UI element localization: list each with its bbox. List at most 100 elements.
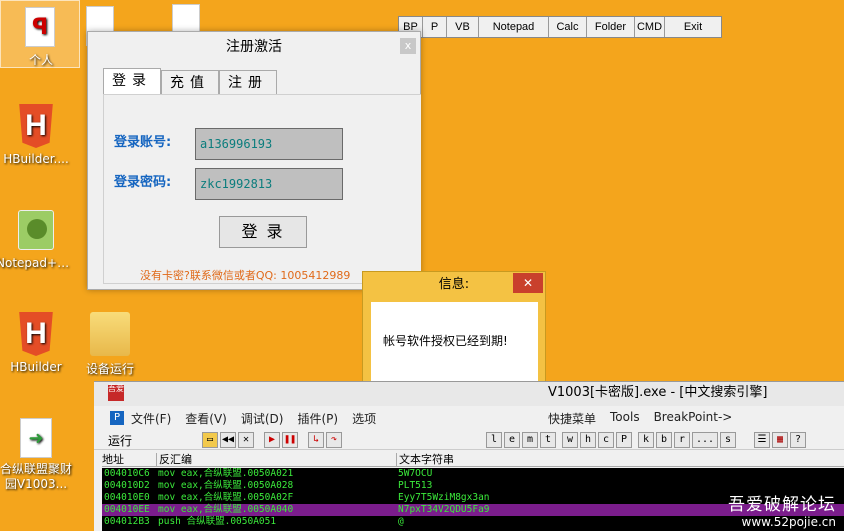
toolbar-t-button[interactable]: t <box>540 432 556 448</box>
quick-toolbar: BP P VB Notepad Calc Folder CMD Exit <box>398 16 722 38</box>
close-icon[interactable]: x <box>400 38 416 54</box>
menu-debug[interactable]: 调试(D) <box>241 410 284 427</box>
window-title: 注册激活 <box>226 39 282 55</box>
desktop-icon-hbuilder-1[interactable]: H HBuilder.... <box>0 104 76 166</box>
menu-bar-right: 快捷菜单 Tools BreakPoint-> <box>548 410 732 427</box>
rewind-icon[interactable]: ◀◀ <box>220 432 236 448</box>
row-address: 004010EE <box>104 504 150 515</box>
menu-breakpoint[interactable]: BreakPoint-> <box>654 410 733 427</box>
desktop-icon-notepadpp[interactable]: Notepad++ 设 <box>0 210 76 271</box>
row-text: PLT513 <box>398 480 433 491</box>
tab-recharge[interactable]: 充值 <box>161 70 219 94</box>
toolbar-c-button[interactable]: c <box>598 432 614 448</box>
toolbar-cmd-button[interactable]: CMD <box>635 17 665 37</box>
row-address: 004010C6 <box>104 468 150 479</box>
step-over-icon[interactable]: ↷ <box>326 432 342 448</box>
row-address: 004010D2 <box>104 480 150 491</box>
toolbar-h-button[interactable]: h <box>580 432 596 448</box>
login-button[interactable]: 登 录 <box>219 216 307 248</box>
pause-icon[interactable]: ❚❚ <box>282 432 298 448</box>
debugger-title: V1003[卡密版].exe - [中文搜索引擎] <box>548 385 768 400</box>
toolbar-dots-button[interactable]: ... <box>692 432 718 448</box>
app-logo-icon: 吾爱 <box>108 385 124 401</box>
desktop-icon-label: HBuilder <box>10 360 62 374</box>
watermark: 吾爱破解论坛 www.52pojie.cn <box>728 490 836 529</box>
hbuilder-icon: H <box>19 312 53 356</box>
close-icon[interactable]: ✕ <box>238 432 254 448</box>
row-disasm: mov eax,合纵联盟.0050A02F <box>158 492 294 503</box>
col-address[interactable]: 地址 <box>102 453 156 467</box>
desktop-icon-hbuilder-2[interactable]: H HBuilder <box>0 312 76 374</box>
row-text: @ <box>398 516 404 527</box>
desktop-icon-folder[interactable]: 设备运行 <box>70 312 150 377</box>
toolbar-w-button[interactable]: w <box>562 432 578 448</box>
toolbar-p-button[interactable]: P <box>616 432 632 448</box>
dialog-message: 帐号软件授权已经到期! <box>371 302 538 381</box>
desktop-icon-personal[interactable]: ꟼ 个人 <box>0 0 80 68</box>
toolbar-k-button[interactable]: k <box>638 432 654 448</box>
run-status: 运行 <box>108 434 133 448</box>
toolbar-s-button[interactable]: s <box>720 432 736 448</box>
toolbar-b-button[interactable]: b <box>656 432 672 448</box>
desktop-icon-label: Notepad++ 设 <box>0 256 76 270</box>
pdf-file-icon: ꟼ <box>25 7 55 47</box>
toolbar-exit-button[interactable]: Exit <box>665 17 721 37</box>
row-text: N7pxT34V2QDU5Fa9 <box>398 504 490 515</box>
account-field[interactable]: a136996193 <box>195 128 343 160</box>
menu-shortcut[interactable]: 快捷菜单 <box>548 410 596 427</box>
p-icon: P <box>110 411 124 425</box>
contact-hint: 没有卡密?联系微信或者QQ: 1005412989 <box>140 269 351 282</box>
row-disasm: push 合纵联盟.0050A051 <box>158 516 277 527</box>
toolbar-notepad-button[interactable]: Notepad <box>479 17 549 37</box>
toolbar-e-button[interactable]: e <box>504 432 520 448</box>
toolbar-l-button[interactable]: l <box>486 432 502 448</box>
step-into-icon[interactable]: ↳ <box>308 432 324 448</box>
login-panel: 登录账号: a136996193 登录密码: zkc1992813 登 录 没有… <box>103 94 421 284</box>
menu-bar: 文件(F) 查看(V) 调试(D) 插件(P) 选项 <box>131 410 376 427</box>
debugger-titlebar: 吾爱 V1003[卡密版].exe - [中文搜索引擎] <box>94 382 844 406</box>
row-address: 004010E0 <box>104 492 150 503</box>
notepadpp-icon <box>18 210 54 250</box>
menu-tools[interactable]: Tools <box>610 410 640 427</box>
watermark-title: 吾爱破解论坛 <box>728 495 836 515</box>
toolbar-calc-button[interactable]: Calc <box>549 17 587 37</box>
row-text: 5W7OCU <box>398 468 433 479</box>
col-disasm[interactable]: 反汇编 <box>156 453 396 467</box>
row-disasm: mov eax,合纵联盟.0050A028 <box>158 480 294 491</box>
toolbar-m-button[interactable]: m <box>522 432 538 448</box>
debugger-toolbar: 运行 ▭ ◀◀ ✕ ▶ ❚❚ ↳ ↷ l e m t w h c P k b r… <box>94 430 844 450</box>
toolbar-folder-button[interactable]: Folder <box>587 17 635 37</box>
help-icon[interactable]: ? <box>790 432 806 448</box>
hbuilder-icon: H <box>19 104 53 148</box>
password-label: 登录密码: <box>114 175 172 190</box>
menu-plugin[interactable]: 插件(P) <box>297 410 338 427</box>
register-window: 注册激活 x 登录 充值 注册 登录账号: a136996193 登录密码: z… <box>87 31 421 290</box>
col-text[interactable]: 文本字符串 <box>396 453 844 467</box>
row-text: Eyy7T5WziM8gx3an <box>398 492 490 503</box>
open-icon[interactable]: ▭ <box>202 432 218 448</box>
menu-view[interactable]: 查看(V) <box>185 410 227 427</box>
tab-login[interactable]: 登录 <box>103 68 161 94</box>
toolbar-p-button[interactable]: P <box>423 17 447 37</box>
exe-file-icon: ➜ <box>20 418 52 458</box>
desktop-icon-label: 合纵联盟聚财园V1003... <box>0 462 72 491</box>
password-field[interactable]: zkc1992813 <box>195 168 343 200</box>
tab-bar: 登录 充值 注册 <box>103 68 277 94</box>
toolbar-vb-button[interactable]: VB <box>447 17 479 37</box>
account-label: 登录账号: <box>114 135 172 150</box>
tab-register[interactable]: 注册 <box>219 70 277 94</box>
desktop-icon-label: 个人 <box>28 53 53 67</box>
close-icon[interactable]: ✕ <box>513 273 543 293</box>
desktop-icon-exe[interactable]: ➜ 合纵联盟聚财园V1003... <box>0 418 76 500</box>
desktop-icon-label: HBuilder.... <box>3 152 69 166</box>
menu-options[interactable]: 选项 <box>352 410 376 427</box>
table-row[interactable]: 004010C6 mov eax,合纵联盟.0050A021 5W7OCU <box>102 468 844 480</box>
desktop-icon-label: 设备运行 <box>85 362 134 376</box>
menu-file[interactable]: 文件(F) <box>131 410 171 427</box>
grid-icon[interactable]: ▦ <box>772 432 788 448</box>
row-disasm: mov eax,合纵联盟.0050A040 <box>158 504 294 515</box>
watermark-url: www.52pojie.cn <box>741 515 836 529</box>
play-icon[interactable]: ▶ <box>264 432 280 448</box>
list-icon[interactable]: ☰ <box>754 432 770 448</box>
toolbar-r-button[interactable]: r <box>674 432 690 448</box>
